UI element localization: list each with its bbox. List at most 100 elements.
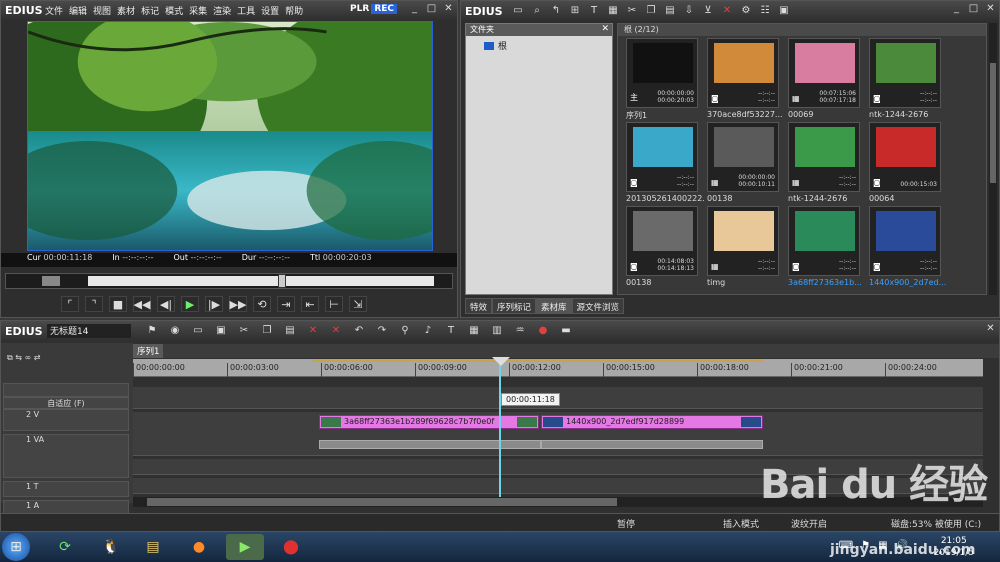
tab-asset-library[interactable]: 素材库 <box>536 298 572 314</box>
scrub-position-marker[interactable] <box>277 274 286 288</box>
taskbar-app-explorer[interactable]: ▤ <box>134 534 172 560</box>
cut-icon[interactable]: ✂ <box>237 324 251 338</box>
asset-item[interactable]: ◙ --:--:-- --:--:-- 1440x900_2d7ed... <box>869 206 949 290</box>
auto-fit-dropdown[interactable]: 自适应 (F) <box>3 397 129 409</box>
track-2v[interactable]: 2 V <box>3 409 129 431</box>
timeline-clip[interactable]: 1440x900_2d7edf917d28899 <box>541 415 763 429</box>
rewind-icon[interactable]: ◀◀ <box>133 296 151 312</box>
trim-icon[interactable]: ⊢ <box>325 296 343 312</box>
asset-thumbnail[interactable]: ▦ --:--:-- --:--:-- <box>788 122 860 192</box>
playhead-line[interactable] <box>499 359 501 497</box>
folder-root[interactable]: 根 <box>466 36 612 52</box>
menu-help[interactable]: 帮助 <box>285 4 303 17</box>
mixer-icon[interactable]: ♒ <box>513 324 527 338</box>
minimize-icon[interactable]: _ <box>950 3 963 16</box>
title-icon[interactable]: T <box>587 4 601 18</box>
asset-thumbnail[interactable]: ▦ 00:07:15:06 00:07:17:18 <box>788 38 860 108</box>
menu-tools[interactable]: 工具 <box>237 4 255 17</box>
close-icon[interactable]: ✕ <box>442 3 455 16</box>
capture-icon[interactable]: ◉ <box>168 324 182 338</box>
undo-icon[interactable]: ↶ <box>352 324 366 338</box>
asset-thumbnail[interactable]: ◙ --:--:-- --:--:-- <box>788 206 860 276</box>
asset-thumbnail[interactable]: ◙ --:--:-- --:--:-- <box>869 206 941 276</box>
status-insert-mode[interactable]: 插入模式 <box>723 517 759 530</box>
audio-icon[interactable]: ♪ <box>421 324 435 338</box>
delete-icon[interactable]: ✕ <box>720 4 734 18</box>
paste-icon[interactable]: ▤ <box>283 324 297 338</box>
add-to-timeline-icon[interactable]: ⇩ <box>682 4 696 18</box>
up-folder-icon[interactable]: ↰ <box>549 4 563 18</box>
taskbar-app-firefox[interactable]: ● <box>180 534 218 560</box>
lane-1a[interactable] <box>133 478 983 494</box>
track-1va[interactable]: 1 VA <box>3 434 129 478</box>
bin-settings-icon[interactable]: ▣ <box>777 4 791 18</box>
asset-item[interactable]: ▦ 00:00:00:00 00:00:10:11 00138 <box>707 122 787 206</box>
output-icon[interactable]: ⇲ <box>349 296 367 312</box>
ripple-delete-icon[interactable]: ✕ <box>329 324 343 338</box>
flag-icon[interactable]: ⚑ <box>861 540 870 551</box>
menu-view[interactable]: 视图 <box>93 4 111 17</box>
asset-thumbnail[interactable]: ◙ 00:00:15:03 <box>869 122 941 192</box>
close-icon[interactable]: ✕ <box>984 3 997 16</box>
menu-mode[interactable]: 模式 <box>165 4 183 17</box>
insert-icon[interactable]: ⇥ <box>277 296 295 312</box>
asset-item[interactable]: ▦ --:--:-- --:--:-- ntk-1244-2676 <box>788 122 868 206</box>
tab-sequence-1[interactable]: 序列1 <box>133 344 164 358</box>
send-to-player-icon[interactable]: ⊻ <box>701 4 715 18</box>
menu-capture[interactable]: 采集 <box>189 4 207 17</box>
marker-icon[interactable]: ⚲ <box>398 324 412 338</box>
asset-item[interactable]: ◙ --:--:-- --:--:-- ntk-1244-2676 <box>869 38 949 122</box>
menu-edit[interactable]: 编辑 <box>69 4 87 17</box>
asset-thumbnail[interactable]: ▦ --:--:-- --:--:-- <box>707 206 779 276</box>
asset-item[interactable]: ◙ --:--:-- --:--:-- 201305261400222... <box>626 122 706 206</box>
timeline-clip[interactable]: 3a68ff27363e1b289f69628c7b7f0e0f <box>319 415 539 429</box>
asset-item[interactable]: ▦ --:--:-- --:--:-- timg <box>707 206 787 290</box>
volume-icon[interactable]: 🔊 <box>896 540 908 551</box>
asset-item[interactable]: ◙ --:--:-- --:--:-- 370ace8df53227... <box>707 38 787 122</box>
minimize-icon[interactable]: _ <box>408 3 421 16</box>
set-in-icon[interactable]: ⌜ <box>61 296 79 312</box>
tab-effects[interactable]: 特效 <box>465 298 493 314</box>
close-icon[interactable]: ✕ <box>601 24 609 34</box>
open-project-icon[interactable]: ▭ <box>191 324 205 338</box>
lane-1t[interactable] <box>133 459 983 475</box>
asset-item[interactable]: ◙ 00:00:15:03 00064 <box>869 122 949 206</box>
search-icon[interactable]: ⌕ <box>530 4 544 18</box>
plr-rec-toggle[interactable]: PLR REC <box>348 4 397 14</box>
set-out-icon[interactable]: ⌝ <box>85 296 103 312</box>
copy-icon[interactable]: ❐ <box>644 4 658 18</box>
title-icon[interactable]: T <box>444 324 458 338</box>
overwrite-icon[interactable]: ⇤ <box>301 296 319 312</box>
panel-icon[interactable]: ▬ <box>559 324 573 338</box>
asset-item[interactable]: 主 00:00:00:00 00:00:20:03 序列1 <box>626 38 706 122</box>
menu-file[interactable]: 文件 <box>45 4 63 17</box>
menu-render[interactable]: 渲染 <box>213 4 231 17</box>
tab-source-browser[interactable]: 源文件浏览 <box>571 298 625 314</box>
audio-link-bar[interactable] <box>319 440 541 449</box>
save-icon[interactable]: ▣ <box>214 324 228 338</box>
asset-thumbnail[interactable]: ◙ --:--:-- --:--:-- <box>869 38 941 108</box>
bin-scrollbar[interactable] <box>989 23 997 295</box>
play-icon[interactable]: ▶ <box>181 296 199 312</box>
delete-icon[interactable]: ✕ <box>306 324 320 338</box>
taskbar-app-qq[interactable]: 🐧 <box>92 534 130 560</box>
track-mode-icon[interactable]: ⧉ ⇆ ∞ ⇄ <box>7 353 40 362</box>
timeline-ruler[interactable]: 00:00:00:00 00:00:03:00 00:00:06:00 00:0… <box>133 359 983 377</box>
cut-icon[interactable]: ✂ <box>625 4 639 18</box>
taskbar-clock[interactable]: 21:05 2019/1/5 <box>934 535 974 559</box>
scrub-track[interactable] <box>88 276 434 286</box>
menu-clip[interactable]: 素材 <box>117 4 135 17</box>
menu-settings[interactable]: 设置 <box>261 4 279 17</box>
new-project-icon[interactable]: ⚑ <box>145 324 159 338</box>
asset-item[interactable]: ▦ 00:07:15:06 00:07:17:18 00069 <box>788 38 868 122</box>
start-button[interactable]: ⊞ <box>2 533 30 561</box>
stop-icon[interactable]: ■ <box>109 296 127 312</box>
playhead-handle[interactable] <box>492 357 510 366</box>
loop-icon[interactable]: ⟲ <box>253 296 271 312</box>
copy-icon[interactable]: ❐ <box>260 324 274 338</box>
network-icon[interactable]: ▦ <box>878 540 887 551</box>
tab-sequence-markers[interactable]: 序列标记 <box>492 298 537 314</box>
maximize-icon[interactable]: □ <box>425 3 438 16</box>
audio-link-bar[interactable] <box>541 440 763 449</box>
paste-icon[interactable]: ▤ <box>663 4 677 18</box>
